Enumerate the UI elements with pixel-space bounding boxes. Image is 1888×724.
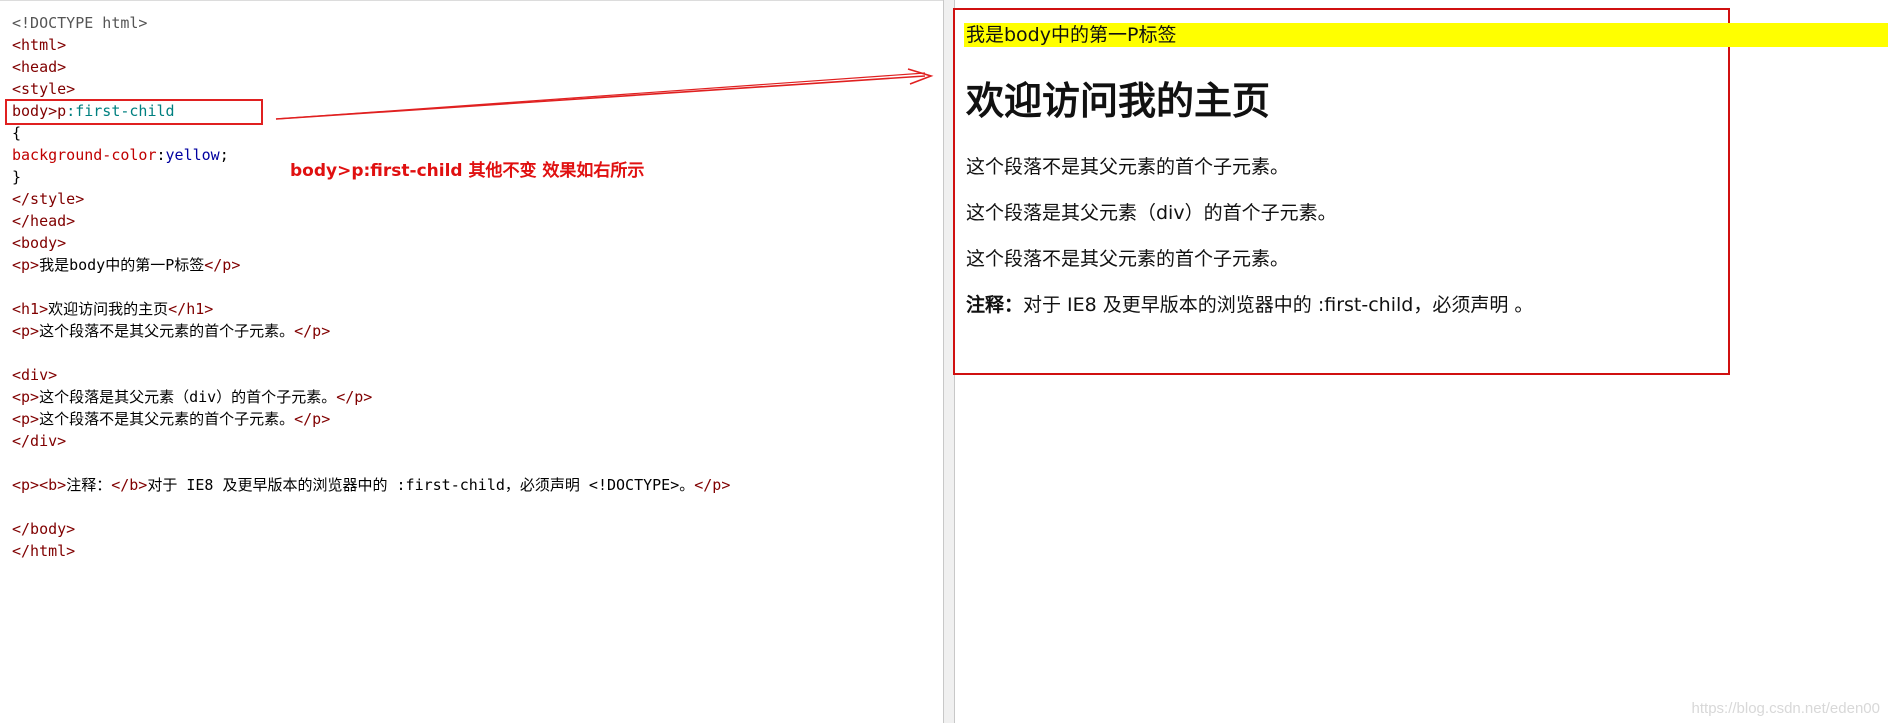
preview-highlight-box (953, 8, 1730, 375)
code-token: </p> (694, 476, 731, 494)
code-line: <p>这个段落是其父元素（div）的首个子元素。</p> (12, 386, 372, 408)
code-line: <p>这个段落不是其父元素的首个子元素。</p> (12, 408, 330, 430)
code-token: <head> (12, 58, 67, 76)
code-line: background-color:yellow; (12, 144, 229, 166)
code-line: <style> (12, 78, 75, 100)
code-token: <div> (12, 366, 58, 384)
code-token: 对于 IE8 及更早版本的浏览器中的 :first-child，必须声明 <!D… (147, 476, 695, 494)
code-token: ; (219, 146, 229, 164)
code-token: 这个段落不是其父元素的首个子元素。 (39, 322, 295, 340)
preview-paragraph-2: 这个段落是其父元素（div）的首个子元素。 (966, 202, 1337, 224)
code-token: 我是body中的第一P标签 (39, 256, 205, 274)
code-token: <p><b> (12, 476, 67, 494)
code-token: </head> (12, 212, 76, 230)
code-token: </p> (204, 256, 241, 274)
preview-note-text: 对于 IE8 及更早版本的浏览器中的 :first-child，必须声明 。 (1023, 294, 1534, 316)
code-token: <html> (12, 36, 67, 54)
code-token: </body> (12, 520, 76, 538)
code-token: </h1> (168, 300, 214, 318)
code-token: </p> (294, 322, 331, 340)
code-line: } (12, 166, 21, 188)
code-line: { (12, 122, 21, 144)
code-line: <p><b>注释：</b>对于 IE8 及更早版本的浏览器中的 :first-c… (12, 474, 730, 496)
code-token: </html> (12, 542, 76, 560)
code-token: </p> (294, 410, 331, 428)
code-token: 欢迎访问我的主页 (48, 300, 169, 318)
code-token: yellow (165, 146, 220, 164)
code-line: <!DOCTYPE html> (12, 12, 147, 34)
code-token: </p> (336, 388, 373, 406)
code-token: <p> (12, 410, 40, 428)
code-line: <div> (12, 364, 57, 386)
code-token: <h1> (12, 300, 49, 318)
code-line: </style> (12, 188, 84, 210)
code-token: </b> (111, 476, 148, 494)
code-token: <style> (12, 80, 76, 98)
code-line: </head> (12, 210, 75, 232)
code-token: { (12, 124, 22, 142)
code-line: <h1>欢迎访问我的主页</h1> (12, 298, 213, 320)
code-token: <!DOCTYPE html> (12, 14, 148, 32)
code-token: <p> (12, 322, 40, 340)
code-line: <html> (12, 34, 66, 56)
code-line: <p>这个段落不是其父元素的首个子元素。</p> (12, 320, 330, 342)
preview-note-label: 注释： (966, 294, 1024, 316)
code-line: <body> (12, 232, 66, 254)
code-line: <p>我是body中的第一P标签</p> (12, 254, 240, 276)
annotation-text: body>p:first-child 其他不变 效果如右所示 (290, 161, 645, 181)
code-line: </body> (12, 518, 75, 540)
code-token: <p> (12, 256, 40, 274)
code-line: </div> (12, 430, 66, 452)
code-line: <head> (12, 56, 66, 78)
preview-paragraph-1: 这个段落不是其父元素的首个子元素。 (966, 156, 1290, 178)
code-token: </style> (12, 190, 85, 208)
selector-highlight-box (5, 99, 263, 125)
preview-first-paragraph: 我是body中的第一P标签 (964, 23, 1888, 47)
preview-heading: 欢迎访问我的主页 (966, 79, 1271, 123)
code-token: } (12, 168, 22, 186)
code-token: 这个段落不是其父元素的首个子元素。 (39, 410, 295, 428)
code-token: background-color (12, 146, 157, 164)
code-token: </div> (12, 432, 67, 450)
preview-paragraph-3: 这个段落不是其父元素的首个子元素。 (966, 248, 1290, 270)
watermark: https://blog.csdn.net/eden00 (1691, 700, 1880, 717)
code-token: 注释： (66, 476, 112, 494)
code-token: <p> (12, 388, 40, 406)
code-line: </html> (12, 540, 75, 562)
preview-note: 注释：对于 IE8 及更早版本的浏览器中的 :first-child，必须声明 … (966, 293, 1533, 317)
code-token: : (156, 146, 166, 164)
code-token: <body> (12, 234, 67, 252)
code-token: 这个段落是其父元素（div）的首个子元素。 (39, 388, 337, 406)
